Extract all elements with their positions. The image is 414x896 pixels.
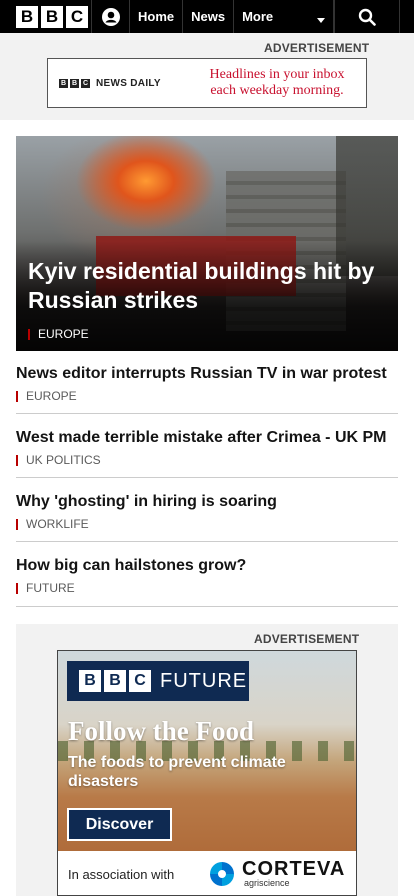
brand-letter: B [59,78,68,88]
story-headline[interactable]: Why 'ghosting' in hiring is soaring [16,492,398,512]
story-tag[interactable]: UK POLITICS [16,453,398,467]
story-headline[interactable]: West made terrible mistake after Crimea … [16,428,398,448]
search-button[interactable] [333,0,399,33]
hero-tag-label: EUROPE [38,327,89,341]
news-daily-banner[interactable]: B B C NEWS DAILY Headlines in your inbox… [47,58,367,108]
advertisement-label: ADVERTISEMENT [264,41,370,55]
ad-sponsor-footer: In association with CORTEVA agriscience [58,851,356,895]
story-tag-label: UK POLITICS [26,453,101,467]
corteva-leaf-icon [210,862,234,886]
sponsor-name: CORTEVA [242,858,346,880]
story-headline[interactable]: News editor interrupts Russian TV in war… [16,364,398,384]
story-headline[interactable]: How big can hailstones grow? [16,556,398,576]
logo-letter: B [16,5,38,28]
logo-letter: B [41,5,63,28]
banner-headline-line1: Headlines in your inbox [209,67,345,82]
story-tag[interactable]: EUROPE [16,389,398,403]
top-advertisement: ADVERTISEMENT B B C NEWS DAILY Headlines… [0,33,414,120]
nav-link-more: More [242,9,274,24]
tag-marker [16,518,18,530]
nav-divider [398,0,414,33]
bottom-advertisement: ADVERTISEMENT B B C FUTURE Follow the Fo… [16,624,398,896]
story-item[interactable]: News editor interrupts Russian TV in war… [16,364,398,414]
brand-letter: C [129,670,151,692]
ad-title: Follow the Food [68,716,254,746]
story-tag-label: FUTURE [26,581,75,595]
brand-word: FUTURE [160,669,248,692]
nav-link-home[interactable]: Home [130,0,184,33]
story-tag[interactable]: WORKLIFE [16,517,398,531]
tag-marker [28,328,30,340]
story-tag-label: EUROPE [26,389,77,403]
story-item[interactable]: Why 'ghosting' in hiring is soaring WORK… [16,492,398,542]
tag-marker [16,582,18,594]
brand-letter: B [70,78,79,88]
story-item[interactable]: West made terrible mistake after Crimea … [16,428,398,478]
story-tag[interactable]: FUTURE [16,581,398,595]
hero-story[interactable]: Kyiv residential buildings hit by Russia… [16,136,398,351]
story-item[interactable]: How big can hailstones grow? FUTURE [16,556,398,607]
tag-marker [16,454,18,466]
caret-down-icon [316,17,325,23]
top-navigation-bar: B B C Home News More [0,0,414,33]
logo-letter: C [66,5,88,28]
account-button[interactable] [92,0,130,33]
hero-headline[interactable]: Kyiv residential buildings hit by Russia… [28,257,378,315]
brand-letter: C [81,78,90,88]
user-icon [101,7,120,26]
search-icon [358,8,376,26]
banner-headline: Headlines in your inbox each weekday mor… [188,67,366,99]
bbc-logo[interactable]: B B C [0,0,93,33]
nav-link-news[interactable]: News [183,0,235,33]
story-tag-label: WORKLIFE [26,517,89,531]
nav-more-menu[interactable]: More [234,0,334,33]
brand-text: NEWS DAILY [96,77,161,89]
news-daily-brand: B B C NEWS DAILY [48,78,188,89]
corteva-logo: CORTEVA agriscience [208,858,346,888]
banner-headline-line2: each weekday morning. [210,83,344,98]
association-text: In association with [68,866,175,882]
advertisement-label: ADVERTISEMENT [254,632,360,646]
tag-marker [16,390,18,402]
bbc-future-logo: B B C FUTURE [67,661,249,701]
brand-letter: B [104,670,126,692]
brand-letter: B [79,670,101,692]
bbc-future-ad[interactable]: B B C FUTURE Follow the Food The foods t… [57,650,357,896]
hero-tag[interactable]: EUROPE [28,327,89,341]
discover-button[interactable]: Discover [67,808,172,841]
ad-subtitle: The foods to prevent climate disasters [68,754,286,790]
